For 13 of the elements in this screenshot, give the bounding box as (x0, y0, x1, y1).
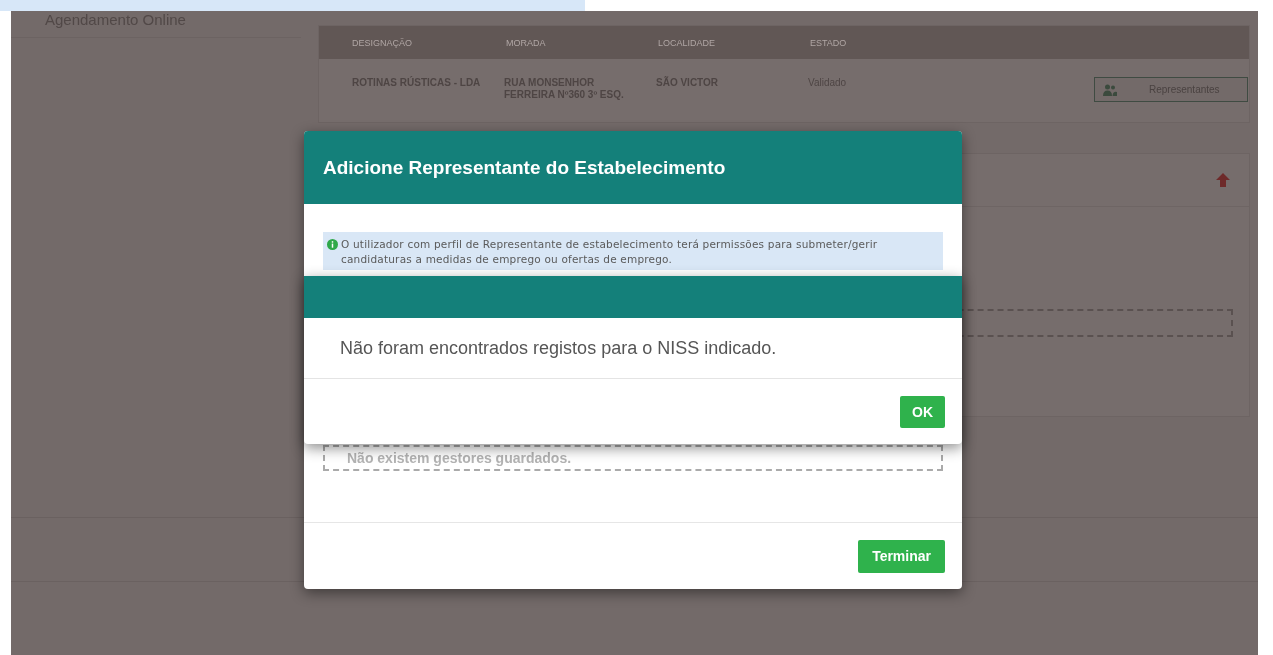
column-header: DESIGNAÇÃO (352, 37, 413, 48)
info-text: O utilizador com perfil de Representante de estabelecimento terá permissões para submeter/gerir candidaturas a medidas de emprego ou ofertas de emprego. (341, 237, 879, 267)
column-header: LOCALIDADE (658, 37, 717, 48)
finish-button[interactable]: Terminar (858, 539, 945, 573)
dialog-title: Adicione Representante do Estabelecimento (323, 156, 726, 179)
column-header: MORADA (506, 37, 547, 48)
arrow-up-icon[interactable] (1215, 172, 1231, 188)
info-icon (327, 239, 338, 250)
people-icon (1103, 83, 1117, 96)
column-header: ESTADO (810, 37, 847, 48)
ok-button[interactable]: OK (900, 395, 945, 428)
alert-message: Não foram encontrados registos para o NISS indicado. (340, 337, 777, 359)
empty-message: Não existem gestores guardados. (347, 450, 572, 466)
